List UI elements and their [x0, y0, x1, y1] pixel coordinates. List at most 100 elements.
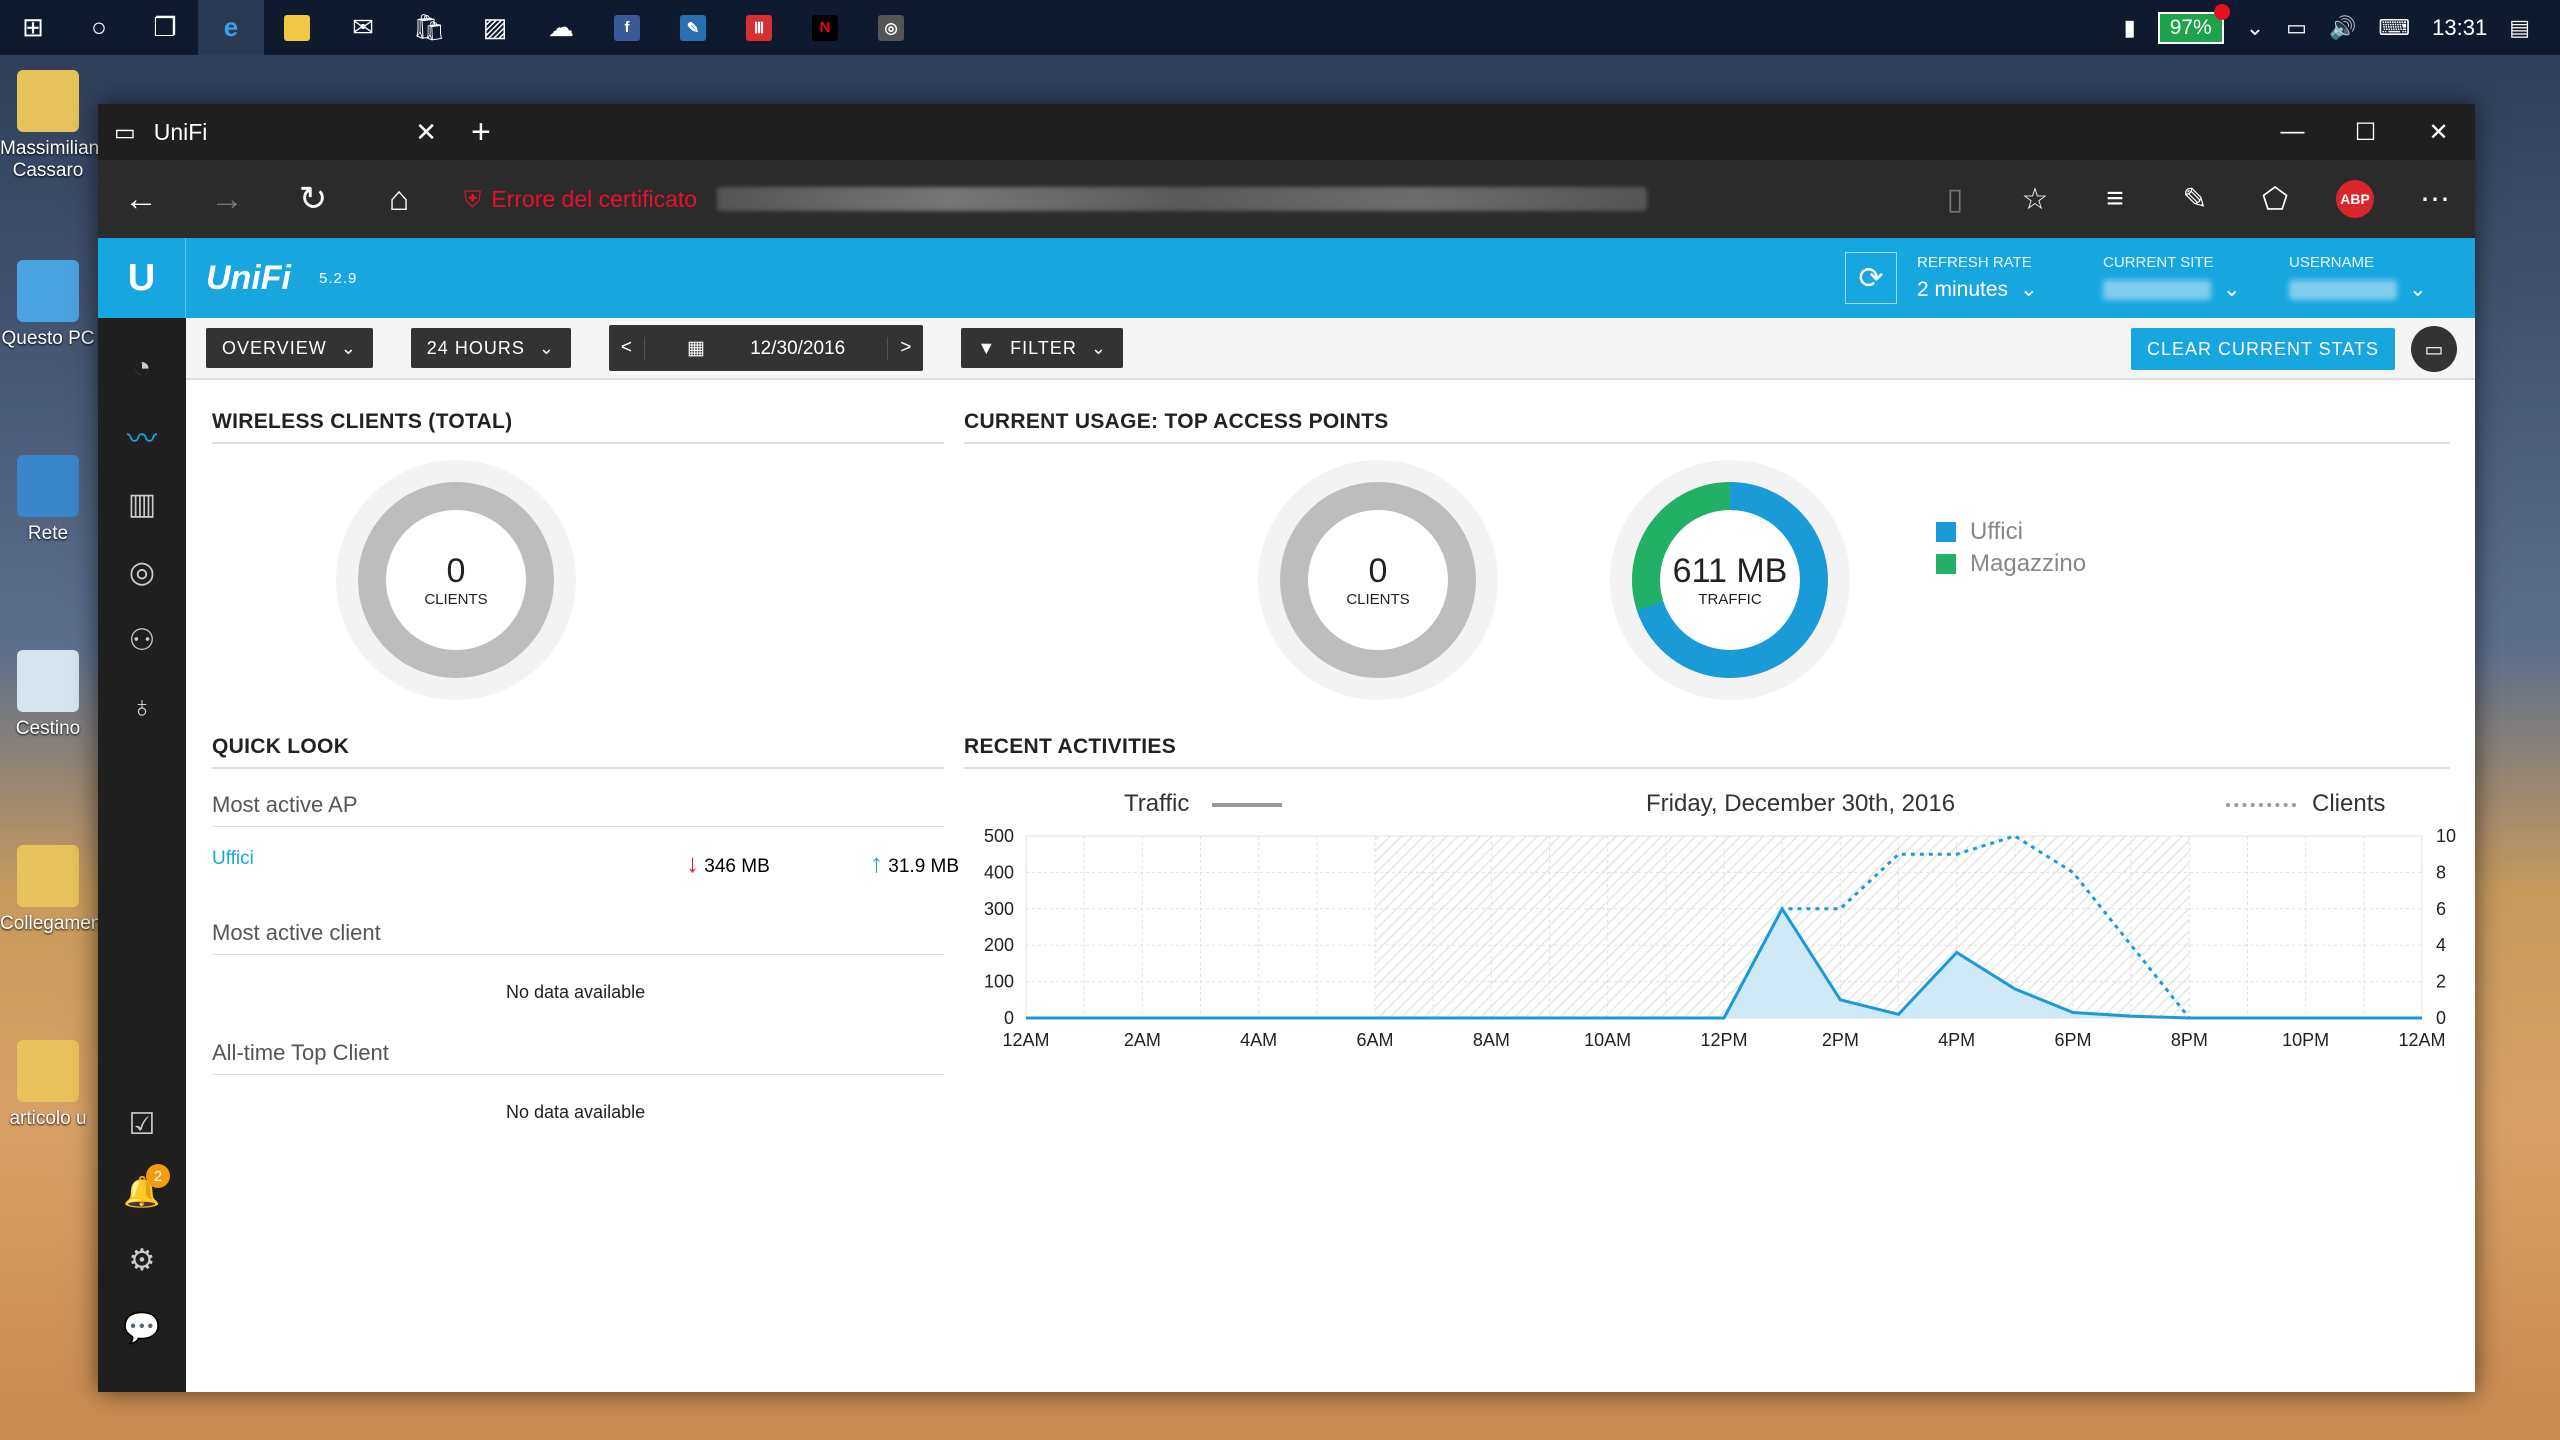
action-center-icon[interactable]: ▤	[2509, 15, 2530, 41]
y-tick-right: 6	[2436, 899, 2446, 919]
hub-icon[interactable]: ≡	[2075, 182, 2155, 216]
battery-indicator[interactable]: 97%	[2157, 3, 2230, 44]
maximize-icon[interactable]: ☐	[2329, 104, 2402, 160]
screenshot-icon[interactable]: ▭	[2411, 326, 2457, 372]
date-field[interactable]: ▦ 12/30/2016	[644, 336, 889, 360]
file-explorer-icon[interactable]	[264, 0, 330, 55]
minimize-icon[interactable]: —	[2256, 104, 2329, 160]
sidebar-item-settings[interactable]: ⚙	[98, 1226, 186, 1294]
traffic-legend-line	[1212, 802, 1283, 807]
y-tick-left: 0	[1004, 1008, 1014, 1028]
filter-dropdown[interactable]: ▼ FILTER ⌄	[961, 328, 1123, 368]
instagram-icon[interactable]: ◎	[858, 0, 924, 55]
sidebar-item-devices[interactable]: ◎	[98, 538, 186, 606]
gear-icon: ⚙	[128, 1243, 156, 1277]
chevron-up-icon[interactable]: ⌄	[2246, 15, 2264, 41]
share-icon[interactable]: ⬠	[2235, 182, 2315, 217]
username-select[interactable]: USERNAME ⌄	[2289, 254, 2475, 302]
forward-icon[interactable]: →	[184, 180, 270, 219]
folder-icon	[17, 70, 79, 132]
back-icon[interactable]: ←	[98, 180, 184, 219]
facebook-icon[interactable]: f	[594, 0, 660, 55]
browser-tab[interactable]: ▭ UniFi ✕	[98, 104, 453, 160]
app-blue-icon[interactable]: ✎	[660, 0, 726, 55]
most-active-client-value: No data available	[506, 982, 646, 1002]
range-dropdown[interactable]: 24 HOURS ⌄	[410, 328, 571, 368]
windows-start-icon[interactable]: ⊞	[0, 0, 66, 55]
volume-icon[interactable]: 🔊	[2329, 15, 2356, 41]
close-tab-icon[interactable]: ✕	[415, 117, 437, 148]
most-active-ap-link[interactable]: Uffici	[212, 848, 254, 870]
date-next-button[interactable]: >	[888, 337, 923, 359]
sidebar-item-chat[interactable]: 💬	[98, 1294, 186, 1362]
web-note-icon[interactable]: ✎	[2155, 182, 2235, 217]
more-icon[interactable]: ⋯	[2395, 182, 2475, 217]
usb-icon[interactable]: ▮	[2124, 15, 2136, 41]
desktop-icon-label: Cestino	[15, 718, 81, 739]
close-window-icon[interactable]: ✕	[2402, 104, 2475, 160]
reading-view-icon[interactable]: ▯	[1915, 182, 1995, 217]
refresh-cycle-icon: ⟳	[1858, 261, 1884, 295]
y-tick-right: 0	[2436, 1008, 2446, 1028]
sidebar-item-map[interactable]: ▥	[98, 470, 186, 538]
sidebar-item-clients[interactable]: ⚇	[98, 606, 186, 674]
desktop-icon-user[interactable]: Massimiliano Cassaro	[0, 70, 110, 182]
clock[interactable]: 13:31	[2432, 15, 2487, 41]
chat-bubble-icon: 💬	[123, 1311, 161, 1345]
traffic-value: 611 MB	[1672, 552, 1788, 590]
certificate-error[interactable]: ⛨ Errore del certificato	[464, 186, 697, 213]
app-red-icon[interactable]: Ⅲ	[726, 0, 792, 55]
sidebar-item-events[interactable]: 🔔 2	[98, 1158, 186, 1226]
overview-label: OVERVIEW	[222, 337, 327, 358]
y-tick-right: 10	[2436, 826, 2456, 846]
refresh-rate-label: REFRESH RATE	[1917, 254, 2032, 271]
recent-activities-chart: 0 100 200 300 400 500 0 2 4 6 8 10 12AM 2AM 4AM 6AM 8AM 1…	[984, 826, 2456, 1050]
task-view-icon[interactable]: ❐	[132, 0, 198, 55]
refresh-icon[interactable]: ↻	[270, 179, 356, 219]
legend-label: Magazzino	[1970, 550, 2087, 577]
legend-item-uffici[interactable]: Uffici	[1936, 518, 2086, 546]
mail-icon[interactable]: ✉	[330, 0, 396, 55]
battery-icon[interactable]: ▭	[2286, 15, 2307, 41]
network-icon	[17, 455, 79, 517]
battery-percent: 97%	[2169, 15, 2212, 39]
lightbulb-icon: ♁	[130, 691, 154, 724]
sidebar-item-dashboard[interactable]: ◔	[98, 334, 186, 402]
adblock-plus-icon[interactable]: ABP	[2336, 180, 2374, 218]
desktop-icon-recycle[interactable]: Cestino	[0, 650, 96, 740]
quick-look-title: QUICK LOOK	[212, 735, 350, 758]
refresh-button[interactable]: ⟳	[1845, 252, 1897, 304]
desktop-icon-article[interactable]: articolo u	[0, 1040, 96, 1130]
photos-icon[interactable]: ▨	[462, 0, 528, 55]
home-icon[interactable]: ⌂	[356, 180, 442, 219]
store-icon[interactable]: 🛍	[396, 0, 462, 55]
checkbox-icon: ☑	[128, 1107, 156, 1141]
sidebar-item-alerts[interactable]: ☑	[98, 1090, 186, 1158]
overview-dropdown[interactable]: OVERVIEW ⌄	[206, 328, 373, 368]
sidebar-item-insights[interactable]: ♁	[98, 674, 186, 742]
ubiquiti-logo-icon[interactable]: U	[98, 238, 186, 318]
legend-item-magazzino[interactable]: Magazzino	[1936, 550, 2086, 578]
cortana-icon[interactable]: ○	[66, 0, 132, 55]
refresh-rate-select[interactable]: REFRESH RATE 2 minutes ⌄	[1917, 254, 2103, 302]
favorite-star-icon[interactable]: ☆	[1995, 182, 2075, 217]
windows-taskbar: ⊞ ○ ❐ e ✉ 🛍 ▨ ☁ f ✎ Ⅲ N ◎ ▮ 97% ⌄ ▭ 🔊 ⌨ …	[0, 0, 2560, 55]
keyboard-icon[interactable]: ⌨	[2378, 15, 2410, 41]
desktop-icon-pc[interactable]: Questo PC	[0, 260, 96, 350]
desktop-icon-shortcut[interactable]: Collegamento	[0, 845, 117, 935]
upload-stat: ↑ 31.9 MB	[870, 848, 959, 879]
desktop-icon-network[interactable]: Rete	[0, 455, 96, 545]
current-site-select[interactable]: CURRENT SITE ⌄	[2103, 254, 2289, 302]
app-icon[interactable]: ☁	[528, 0, 594, 55]
new-tab-icon[interactable]: +	[471, 113, 491, 152]
netflix-icon[interactable]: N	[792, 0, 858, 55]
wireless-clients-donut: 0 CLIENTS	[336, 460, 576, 700]
x-tick-label: 4AM	[1240, 1030, 1277, 1050]
sidebar-item-statistics[interactable]: 〰	[98, 402, 186, 470]
date-prev-button[interactable]: <	[609, 337, 644, 359]
edge-icon[interactable]: e	[198, 0, 264, 55]
clear-stats-button[interactable]: CLEAR CURRENT STATS	[2130, 328, 2395, 370]
url-field[interactable]	[717, 187, 1648, 211]
x-tick-label: 12AM	[1002, 1030, 1049, 1050]
pulse-icon: 〰	[127, 423, 157, 456]
